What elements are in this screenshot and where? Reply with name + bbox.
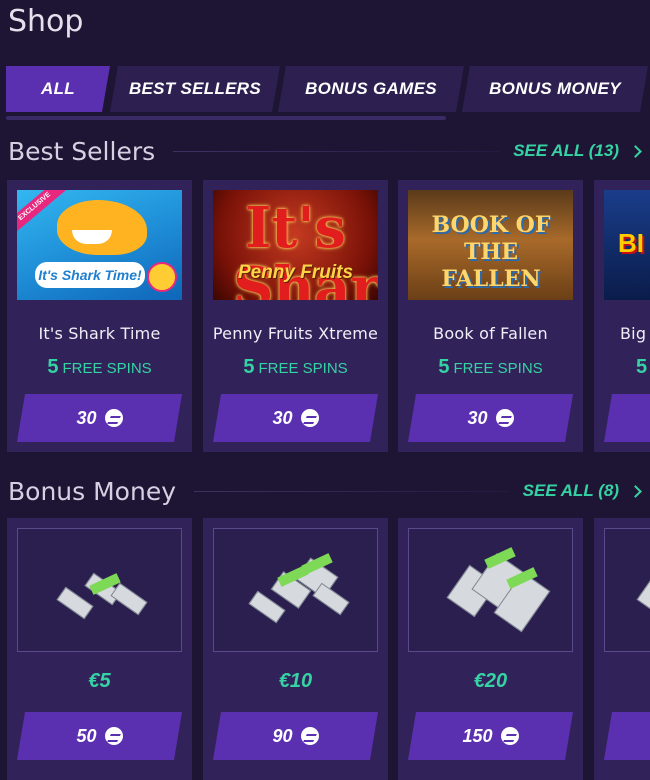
game-name: Book of Fallen — [433, 324, 548, 343]
see-all-best-sellers-link[interactable]: SEE ALL (13) — [513, 141, 642, 161]
chevron-right-icon — [629, 484, 642, 498]
coin-icon — [105, 409, 123, 427]
tab-label: ALL — [41, 79, 75, 98]
bonus-money-header: Bonus Money SEE ALL (8) — [8, 476, 642, 506]
spins-count: 5 — [636, 356, 648, 378]
section-title: Bonus Money — [8, 476, 176, 506]
coin-icon — [105, 727, 123, 745]
best-sellers-header: Best Sellers SEE ALL (13) — [8, 136, 642, 166]
free-spins: 5 FREE SPINS — [398, 356, 583, 379]
chevron-right-icon — [629, 144, 642, 158]
game-thumbnail: EXCLUSIVE It's Shark Time! — [17, 190, 182, 300]
see-all-bonus-money-link[interactable]: SEE ALL (8) — [522, 481, 642, 501]
cash-image-frame — [408, 528, 573, 652]
spins-label: FREE SPINS — [453, 360, 543, 377]
tab-bonus-money[interactable]: BONUS MONEY — [462, 66, 648, 112]
tab-all[interactable]: ALL — [6, 66, 110, 112]
bonus-amount: €10 — [278, 670, 313, 692]
tab-label: BEST SELLERS — [128, 79, 262, 98]
price: 30 — [272, 407, 293, 428]
bonus-money-card[interactable] — [594, 518, 650, 780]
free-spins: 5 FREE SPINS — [203, 356, 388, 379]
cash-icon — [56, 586, 94, 620]
price: 150 — [462, 725, 493, 746]
game-card[interactable]: EXCLUSIVE It's Shark Time! It's Shark Ti… — [7, 180, 192, 452]
spins-count: 5 — [243, 356, 255, 378]
price: 50 — [76, 725, 97, 746]
game-card[interactable]: It's Shark Time! Penny Fruits Penny Frui… — [203, 180, 388, 452]
game-logo: Penny Fruits — [237, 262, 354, 283]
tab-label: BONUS GAMES — [305, 79, 437, 98]
price: 30 — [76, 407, 97, 428]
spins-label: FREE SPINS — [62, 360, 152, 377]
spins-label: FREE SPINS — [258, 360, 348, 377]
divider — [194, 490, 509, 492]
shark-illustration — [57, 200, 147, 255]
tab-best-sellers[interactable]: BEST SELLERS — [110, 66, 280, 112]
game-thumbnail: It's Shark Time! Penny Fruits — [213, 190, 378, 300]
buy-button[interactable] — [604, 394, 650, 442]
bonus-money-card[interactable]: €5 50 — [7, 518, 192, 780]
free-spins: 5 FREE SPINS — [7, 356, 192, 379]
buy-button[interactable]: 50 — [17, 712, 182, 760]
coin-icon — [301, 727, 319, 745]
game-thumbnail: BI — [604, 190, 650, 300]
cash-image-frame — [17, 528, 182, 652]
game-thumbnail: BOOK OF THE FALLEN — [408, 190, 573, 300]
game-card[interactable]: BI Big 5 — [594, 180, 650, 452]
bonus-badge — [147, 262, 177, 292]
cash-icon — [110, 582, 148, 616]
tab-bonus-games[interactable]: BONUS GAMES — [278, 66, 464, 112]
game-logo: It's Shark Time! — [35, 262, 145, 288]
bonus-amount: €5 — [88, 670, 111, 692]
free-spins: 5 — [636, 356, 650, 379]
price: 30 — [467, 407, 488, 428]
game-name: It's Shark Time — [38, 324, 161, 343]
see-all-label: SEE ALL (13) — [513, 141, 619, 160]
spins-count: 5 — [438, 356, 450, 378]
bonus-money-card[interactable]: €10 90 — [203, 518, 388, 780]
game-name: Big — [620, 324, 647, 343]
cash-image-frame — [213, 528, 378, 652]
cash-image-frame — [604, 528, 650, 652]
price: 90 — [272, 725, 293, 746]
tabs-scroll-indicator — [6, 116, 446, 120]
game-logo-partial: BI — [618, 228, 644, 258]
coin-icon — [501, 727, 519, 745]
bonus-money-card[interactable]: €20 150 — [398, 518, 583, 780]
sevens-logo: It's Shark Time! — [233, 195, 378, 300]
buy-button[interactable] — [604, 712, 650, 760]
spins-count: 5 — [47, 356, 59, 378]
page-title: Shop — [8, 4, 84, 39]
cash-icon — [636, 566, 650, 620]
section-title: Best Sellers — [8, 136, 156, 166]
game-logo: BOOK OF THE FALLEN — [431, 212, 551, 292]
game-card[interactable]: BOOK OF THE FALLEN Book of Fallen 5 FREE … — [398, 180, 583, 452]
tab-label: BONUS MONEY — [489, 79, 621, 98]
coin-icon — [496, 409, 514, 427]
bonus-amount: €20 — [473, 670, 508, 692]
see-all-label: SEE ALL (8) — [522, 481, 619, 500]
divider — [173, 150, 500, 152]
buy-button[interactable]: 150 — [408, 712, 573, 760]
coin-icon — [301, 409, 319, 427]
buy-button[interactable]: 30 — [17, 394, 182, 442]
filter-tabs: ALL BEST SELLERS BONUS GAMES BONUS MONEY — [6, 66, 650, 112]
buy-button[interactable]: 30 — [213, 394, 378, 442]
buy-button[interactable]: 90 — [213, 712, 378, 760]
game-name: Penny Fruits Xtreme — [212, 324, 379, 343]
buy-button[interactable]: 30 — [408, 394, 573, 442]
